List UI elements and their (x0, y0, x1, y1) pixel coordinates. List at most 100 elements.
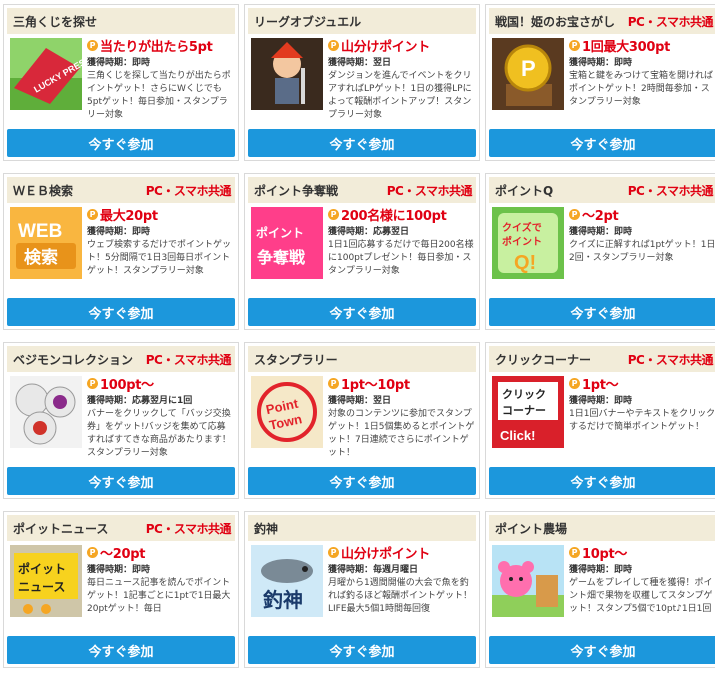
join-now-button[interactable]: 今すぐ参加 (489, 129, 715, 157)
timing-label: 獲得時期： (87, 565, 133, 575)
join-now-button[interactable]: 今すぐ参加 (7, 636, 235, 664)
card-description: 1日1回バナーやテキストをクリックするだけで簡単ポイントゲット！ (569, 409, 715, 432)
content-card: 戦国！姫のお宝さがし PC・スマホ共通 P P 1回最大300pt 獲得時期：即… (485, 4, 715, 161)
card-body: クリック コーナー Click! P 1pt～ 獲得時期：即時 1日1回バナーやテキ… (486, 372, 715, 464)
card-description: ダンジョンを進んでイベントをクリアすればLPゲット！1日の獲得LPによって報酬ポ… (328, 71, 472, 120)
fishing-icon[interactable]: 釣神 (251, 545, 323, 617)
content-card: リーグオブジュエル P 山分けポイント 獲得時期：翌日 ダンジョンを進んでイベン… (244, 4, 480, 161)
card-info: P 最大20pt 獲得時期：即時 ウェブ検索するだけでポイントゲット！5分間隔で… (87, 205, 234, 291)
timing-value: 毎週月曜日 (373, 565, 419, 575)
reward-line: P 1pt～10pt (328, 374, 475, 393)
card-body: P 山分けポイント 獲得時期：翌日 ダンジョンを進んでイベントをクリアすればLP… (245, 34, 479, 126)
join-now-button[interactable]: 今すぐ参加 (489, 298, 715, 326)
point-coin-icon: P (569, 208, 580, 220)
card-title[interactable]: スタンプラリー (248, 351, 338, 368)
timing-label: 獲得時期： (87, 396, 133, 406)
pc-smartphone-badge: PC・スマホ共通 (627, 184, 714, 198)
join-now-button[interactable]: 今すぐ参加 (248, 636, 476, 664)
web-search-icon[interactable]: WEB 検索 (10, 207, 82, 279)
farm-bear-icon[interactable] (492, 545, 564, 617)
point-battle-icon[interactable]: ポイント 争奪戦 (251, 207, 323, 279)
timing-label: 獲得時期： (569, 58, 615, 68)
card-title[interactable]: ＷＥＢ検索 (7, 182, 73, 199)
card-body: クイズで ポイント Q! P ～2pt 獲得時期：即時 クイズに正解すれば1ptゲッ… (486, 203, 715, 295)
card-header: ＷＥＢ検索 PC・スマホ共通 (7, 177, 235, 203)
join-now-button[interactable]: 今すぐ参加 (489, 636, 715, 664)
svg-text:Q!: Q! (514, 252, 536, 274)
card-title[interactable]: ポイント争奪戦 (248, 182, 338, 199)
reward-text: 山分けポイント (341, 546, 430, 562)
svg-text:WEB: WEB (18, 221, 62, 242)
timing-text: 獲得時期：応募翌月に1回 (87, 393, 234, 406)
treasure-coin-icon[interactable]: P (492, 38, 564, 110)
card-info: P 10pt～ 獲得時期：即時 ゲームをプレイして種を獲得！ポイント畑で果物を収… (569, 543, 715, 629)
card-title[interactable]: ポイント農場 (489, 520, 567, 537)
point-coin-icon: P (87, 208, 98, 220)
timing-value: 翌日 (373, 396, 392, 406)
timing-text: 獲得時期：翌日 (328, 55, 475, 68)
content-card: ポイントQ PC・スマホ共通 クイズで ポイント Q! P ～2pt 獲得時期：即時… (485, 173, 715, 330)
point-coin-icon: P (87, 546, 98, 558)
timing-text: 獲得時期：即時 (569, 562, 715, 575)
card-title[interactable]: ポイントQ (489, 182, 553, 199)
click-corner-icon[interactable]: クリック コーナー Click! (492, 376, 564, 448)
join-now-button[interactable]: 今すぐ参加 (248, 129, 476, 157)
card-title[interactable]: 三角くじを探せ (7, 13, 97, 30)
timing-text: 獲得時期：毎週月曜日 (328, 562, 475, 575)
reward-text: 当たりが出たら5pt (100, 39, 213, 55)
card-info: P ～2pt 獲得時期：即時 クイズに正解すれば1ptゲット！1日2回・スタンプ… (569, 205, 715, 291)
timing-text: 獲得時期：即時 (87, 55, 234, 68)
timing-label: 獲得時期： (569, 227, 615, 237)
reward-text: 山分けポイント (341, 39, 430, 55)
lucky-present-icon[interactable]: LUCKY PRESENT (10, 38, 82, 110)
card-title[interactable]: ベジモンコレクション (7, 351, 133, 368)
timing-text: 獲得時期：翌日 (328, 393, 475, 406)
timing-label: 獲得時期： (328, 227, 374, 237)
card-description: 対象のコンテンツに参加でスタンプゲット！1日5個集めるとポイントゲット！7日連続… (328, 409, 475, 458)
reward-text: 200名様に100pt (341, 208, 447, 224)
news-icon[interactable]: ポイット ニュース (10, 545, 82, 617)
timing-value: 応募翌日 (373, 227, 410, 237)
badge-collection-icon[interactable] (10, 376, 82, 448)
card-title[interactable]: ポイットニュース (7, 520, 108, 537)
card-title[interactable]: 釣神 (248, 520, 278, 537)
card-title[interactable]: リーグオブジュエル (248, 13, 361, 30)
join-now-button[interactable]: 今すぐ参加 (248, 467, 476, 495)
pc-smartphone-badge: PC・スマホ共通 (627, 15, 714, 29)
reward-line: P 最大20pt (87, 205, 234, 224)
join-now-button[interactable]: 今すぐ参加 (7, 129, 235, 157)
card-info: P 山分けポイント 獲得時期：翌日 ダンジョンを進んでイベントをクリアすればLP… (328, 36, 475, 122)
timing-value: 即時 (614, 565, 633, 575)
card-header: ポイットニュース PC・スマホ共通 (7, 515, 235, 541)
card-info: P 200名様に100pt 獲得時期：応募翌日 1日1回応募するだけで毎日200… (328, 205, 475, 291)
card-body: 釣神 P 山分けポイント 獲得時期：毎週月曜日 月曜から1週間開催の大会で魚を釣… (245, 541, 479, 633)
point-coin-icon: P (328, 546, 339, 558)
reward-line: P ～2pt (569, 205, 715, 224)
join-now-button[interactable]: 今すぐ参加 (489, 467, 715, 495)
content-card: ポイント農場 P 10pt～ 獲得時期：即時 ゲームをプレイして種を獲得！ポイン… (485, 511, 715, 668)
card-info: P 当たりが出たら5pt 獲得時期：即時 三角くじを探して当たりが出たらポイント… (87, 36, 234, 122)
reward-line: P 1回最大300pt (569, 36, 715, 55)
join-now-button[interactable]: 今すぐ参加 (248, 298, 476, 326)
card-description: 毎日ニュース記事を読んでポイントゲット！1記事ごとに1ptで1日最大20ptゲッ… (87, 578, 231, 614)
join-now-button[interactable]: 今すぐ参加 (7, 467, 235, 495)
reward-text: ～2pt (582, 208, 619, 224)
card-title[interactable]: クリックコーナー (489, 351, 591, 368)
content-card: 釣神 釣神 P 山分けポイント 獲得時期：毎週月曜日 月曜から1週間開催の大会で… (244, 511, 480, 668)
card-description: 月曜から1週間開催の大会で魚を釣れば釣るほど報酬ポイントゲット！LIFE最大5個… (328, 578, 473, 614)
hero-character-icon[interactable] (251, 38, 323, 110)
card-info: P 山分けポイント 獲得時期：毎週月曜日 月曜から1週間開催の大会で魚を釣れば釣… (328, 543, 475, 629)
svg-text:ポイット: ポイット (18, 561, 66, 576)
card-title[interactable]: 戦国！姫のお宝さがし (489, 13, 615, 30)
reward-line: P 当たりが出たら5pt (87, 36, 234, 55)
pc-smartphone-badge: PC・スマホ共通 (145, 522, 232, 536)
quiz-point-icon[interactable]: クイズで ポイント Q! (492, 207, 564, 279)
point-town-stamp-icon[interactable]: Point Town (251, 376, 323, 448)
card-body: Point Town P 1pt～10pt 獲得時期：翌日 対象のコンテンツに参加… (245, 372, 479, 464)
reward-text: 10pt～ (582, 546, 628, 562)
svg-text:ニュース: ニュース (18, 580, 65, 594)
timing-label: 獲得時期： (569, 565, 615, 575)
svg-text:争奪戦: 争奪戦 (257, 248, 306, 267)
join-now-button[interactable]: 今すぐ参加 (7, 298, 235, 326)
svg-text:クイズで: クイズで (502, 221, 542, 234)
